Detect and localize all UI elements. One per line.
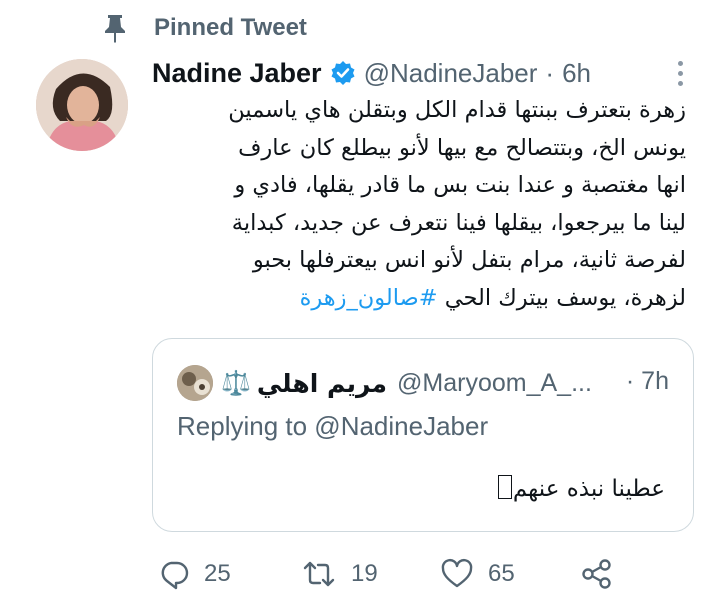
share-action[interactable] [580, 556, 614, 592]
tweet-body: زهرة بتعترف ببنتها قدام الكل وبتقلن هاي … [228, 92, 686, 318]
tweet-line: يونس الخ، وبتتصالح مع بيها لأنو بيطلع كا… [238, 134, 686, 161]
reply-icon [161, 561, 189, 590]
missing-glyph-box [497, 475, 512, 499]
tweet-line: لفرصة ثانية، مرام بتفل لأنو انس بيعترفله… [252, 247, 686, 273]
tweet-line: لينا ما بيرجعوا، بيقلها فينا نتعرف عن جد… [231, 209, 686, 236]
scales-emoji: ⚖️ [221, 369, 251, 397]
reply-count: 25 [204, 560, 231, 587]
replying-to-text[interactable]: Replying to @NadineJaber [177, 411, 488, 442]
pin-icon [100, 12, 130, 44]
author-handle[interactable]: @NadineJaber [364, 58, 538, 89]
header-separator: · [545, 57, 555, 88]
share-icon [582, 559, 611, 589]
retweet-count: 19 [351, 560, 378, 587]
quote-author-name[interactable]: مريم اهلي [257, 369, 387, 398]
retweet-action[interactable]: 19 [301, 556, 378, 592]
quote-text: عطينا نبذه عنهم [512, 476, 665, 502]
action-bar: 25 19 65 [158, 556, 628, 592]
hashtag-link[interactable]: #صالون_زهرة [300, 285, 438, 311]
quote-avatar[interactable] [177, 365, 213, 401]
quote-header: ⚖️ مريم اهلي @Maryoom_A_... [177, 365, 677, 401]
author-avatar[interactable] [36, 59, 128, 151]
quoted-reply-card[interactable]: ⚖️ مريم اهلي @Maryoom_A_... · 7h Replyin… [152, 338, 694, 532]
quote-author-handle[interactable]: @Maryoom_A_... [397, 369, 592, 398]
heart-icon [441, 558, 473, 588]
pinned-label: Pinned Tweet [154, 14, 307, 41]
tweet-line: لزهرة، يوسف بيترك الحي [444, 284, 686, 311]
tweet-line-last: لزهرة، يوسف بيترك الحي #صالون_زهرة [250, 280, 686, 318]
tweet-timestamp[interactable]: 6h [562, 58, 591, 89]
quote-body: عطينا نبذه عنهم [497, 475, 665, 502]
tweet-line: انها مغتصبة و عندا بنت بس ما قادر يقلها،… [234, 172, 686, 198]
more-options-icon[interactable] [672, 58, 688, 88]
verified-badge-icon [330, 60, 356, 86]
tweet-line: زهرة بتعترف ببنتها قدام الكل وبتقلن هاي … [228, 97, 686, 123]
author-name[interactable]: Nadine Jaber [152, 58, 322, 89]
retweet-icon [303, 561, 335, 587]
quote-timestamp[interactable]: · 7h [626, 367, 669, 396]
reply-action[interactable]: 25 [158, 556, 231, 592]
pinned-tweet-indicator: Pinned Tweet [100, 12, 307, 44]
tweet-header: Nadine Jaber @NadineJaber · 6h [152, 55, 672, 91]
like-action[interactable]: 65 [440, 556, 515, 592]
like-count: 65 [488, 560, 515, 587]
